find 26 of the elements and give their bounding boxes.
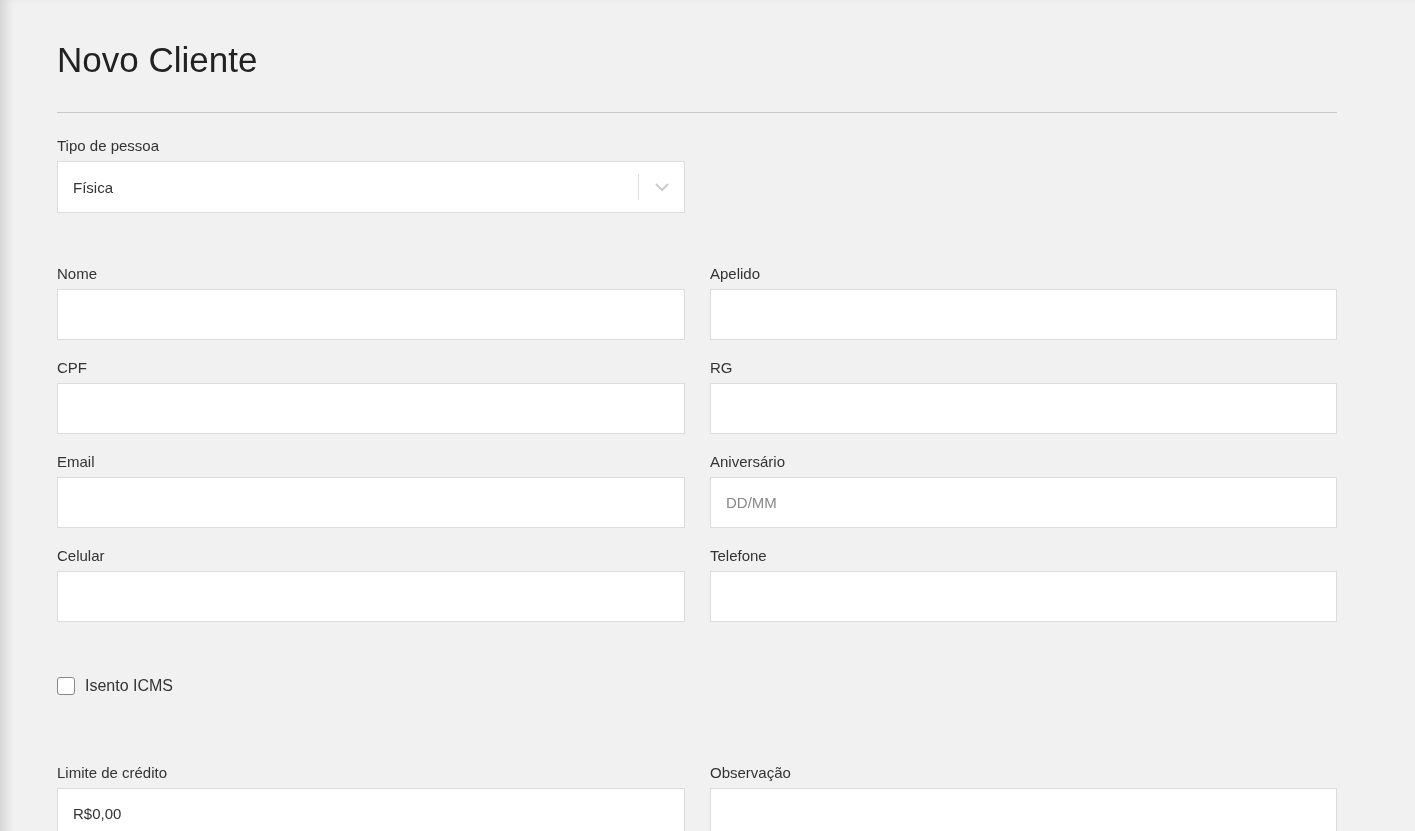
field-label: Apelido — [710, 264, 762, 284]
person-type-select[interactable]: Física — [57, 161, 685, 213]
input-field[interactable] — [710, 788, 1337, 831]
page-title: Novo Cliente — [57, 39, 259, 81]
input-field[interactable] — [57, 383, 685, 434]
field-label: Celular — [57, 546, 106, 566]
field-label: Telefone — [710, 546, 768, 566]
input-field[interactable] — [710, 571, 1337, 622]
input-field[interactable] — [57, 571, 685, 622]
field-label: Aniversário — [710, 452, 787, 472]
field-label: Observação — [710, 763, 792, 783]
field-label: Nome — [57, 264, 98, 284]
checkbox[interactable] — [57, 677, 75, 695]
chevron-down-icon — [654, 182, 670, 192]
input-field[interactable]: DD/MM — [710, 477, 1337, 528]
input-field[interactable] — [57, 477, 685, 528]
input-field[interactable] — [710, 383, 1337, 434]
field-label: Limite de crédito — [57, 763, 169, 783]
field-label: Email — [57, 452, 96, 472]
checkbox-label: Isento ICMS — [85, 677, 174, 695]
field-label: RG — [710, 358, 734, 378]
input-field[interactable]: R$0,00 — [57, 788, 685, 831]
input-field[interactable] — [710, 289, 1337, 340]
field-label: Tipo de pessoa — [57, 136, 160, 156]
field-label: CPF — [57, 358, 88, 378]
input-field[interactable] — [57, 289, 685, 340]
